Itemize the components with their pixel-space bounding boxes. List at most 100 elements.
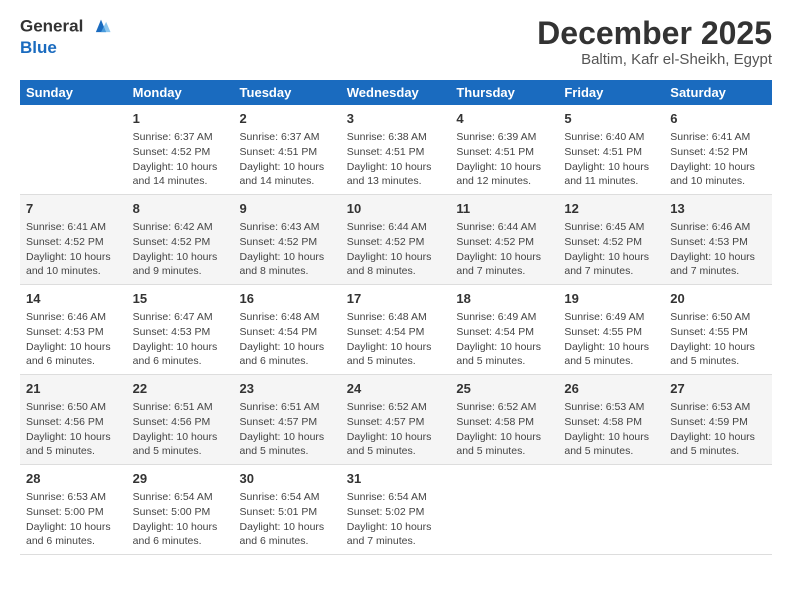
daylight-info: Daylight: 10 hours and 5 minutes. (133, 430, 228, 459)
sunset-info: Sunset: 4:52 PM (564, 235, 658, 250)
sunrise-info: Sunrise: 6:47 AM (133, 310, 228, 325)
calendar-cell: 8Sunrise: 6:42 AMSunset: 4:52 PMDaylight… (127, 195, 234, 285)
calendar-cell: 10Sunrise: 6:44 AMSunset: 4:52 PMDayligh… (341, 195, 451, 285)
sunrise-info: Sunrise: 6:53 AM (26, 490, 121, 505)
sunset-info: Sunset: 4:55 PM (670, 325, 766, 340)
sunset-info: Sunset: 4:52 PM (456, 235, 552, 250)
calendar-cell: 26Sunrise: 6:53 AMSunset: 4:58 PMDayligh… (558, 375, 664, 465)
sunrise-info: Sunrise: 6:42 AM (133, 220, 228, 235)
sunrise-info: Sunrise: 6:52 AM (456, 400, 552, 415)
sunrise-info: Sunrise: 6:54 AM (133, 490, 228, 505)
day-number: 26 (564, 380, 658, 398)
sunset-info: Sunset: 4:52 PM (670, 145, 766, 160)
daylight-info: Daylight: 10 hours and 7 minutes. (670, 250, 766, 279)
day-number: 4 (456, 110, 552, 128)
sunrise-info: Sunrise: 6:37 AM (240, 130, 335, 145)
header: General Blue December 2025 Baltim, Kafr … (20, 16, 772, 68)
day-number: 12 (564, 200, 658, 218)
calendar-cell: 25Sunrise: 6:52 AMSunset: 4:58 PMDayligh… (450, 375, 558, 465)
day-number: 11 (456, 200, 552, 218)
sunset-info: Sunset: 4:52 PM (240, 235, 335, 250)
day-number: 6 (670, 110, 766, 128)
sunrise-info: Sunrise: 6:40 AM (564, 130, 658, 145)
day-number: 8 (133, 200, 228, 218)
day-number: 28 (26, 470, 121, 488)
calendar-cell (20, 105, 127, 194)
calendar-cell (450, 464, 558, 554)
sunset-info: Sunset: 4:54 PM (347, 325, 445, 340)
daylight-info: Daylight: 10 hours and 5 minutes. (564, 430, 658, 459)
sunrise-info: Sunrise: 6:49 AM (456, 310, 552, 325)
calendar-cell (664, 464, 772, 554)
logo: General Blue (20, 16, 112, 58)
day-number: 1 (133, 110, 228, 128)
day-number: 15 (133, 290, 228, 308)
title-block: December 2025 Baltim, Kafr el-Sheikh, Eg… (537, 16, 772, 68)
sunrise-info: Sunrise: 6:43 AM (240, 220, 335, 235)
sunrise-info: Sunrise: 6:53 AM (670, 400, 766, 415)
calendar-cell: 5Sunrise: 6:40 AMSunset: 4:51 PMDaylight… (558, 105, 664, 194)
calendar-cell: 16Sunrise: 6:48 AMSunset: 4:54 PMDayligh… (234, 285, 341, 375)
daylight-info: Daylight: 10 hours and 8 minutes. (347, 250, 445, 279)
calendar-cell: 30Sunrise: 6:54 AMSunset: 5:01 PMDayligh… (234, 464, 341, 554)
day-number: 20 (670, 290, 766, 308)
week-row-4: 21Sunrise: 6:50 AMSunset: 4:56 PMDayligh… (20, 375, 772, 465)
calendar-cell: 31Sunrise: 6:54 AMSunset: 5:02 PMDayligh… (341, 464, 451, 554)
sunset-info: Sunset: 4:57 PM (347, 415, 445, 430)
logo-blue: Blue (20, 38, 112, 58)
sunset-info: Sunset: 4:51 PM (564, 145, 658, 160)
sunrise-info: Sunrise: 6:45 AM (564, 220, 658, 235)
sunrise-info: Sunrise: 6:41 AM (670, 130, 766, 145)
sunrise-info: Sunrise: 6:50 AM (670, 310, 766, 325)
calendar-cell (558, 464, 664, 554)
column-header-saturday: Saturday (664, 80, 772, 105)
day-number: 5 (564, 110, 658, 128)
calendar-cell: 15Sunrise: 6:47 AMSunset: 4:53 PMDayligh… (127, 285, 234, 375)
sunrise-info: Sunrise: 6:41 AM (26, 220, 121, 235)
daylight-info: Daylight: 10 hours and 6 minutes. (26, 520, 121, 549)
sunset-info: Sunset: 4:53 PM (133, 325, 228, 340)
day-number: 24 (347, 380, 445, 398)
sunset-info: Sunset: 4:59 PM (670, 415, 766, 430)
sunrise-info: Sunrise: 6:37 AM (133, 130, 228, 145)
sunrise-info: Sunrise: 6:51 AM (240, 400, 335, 415)
calendar-cell: 11Sunrise: 6:44 AMSunset: 4:52 PMDayligh… (450, 195, 558, 285)
day-number: 22 (133, 380, 228, 398)
day-number: 13 (670, 200, 766, 218)
sunset-info: Sunset: 4:52 PM (133, 145, 228, 160)
calendar-cell: 6Sunrise: 6:41 AMSunset: 4:52 PMDaylight… (664, 105, 772, 194)
daylight-info: Daylight: 10 hours and 6 minutes. (240, 520, 335, 549)
daylight-info: Daylight: 10 hours and 12 minutes. (456, 160, 552, 189)
daylight-info: Daylight: 10 hours and 5 minutes. (26, 430, 121, 459)
sunset-info: Sunset: 4:51 PM (456, 145, 552, 160)
week-row-1: 1Sunrise: 6:37 AMSunset: 4:52 PMDaylight… (20, 105, 772, 194)
sunset-info: Sunset: 4:56 PM (26, 415, 121, 430)
sunset-info: Sunset: 5:00 PM (26, 505, 121, 520)
day-number: 21 (26, 380, 121, 398)
daylight-info: Daylight: 10 hours and 5 minutes. (670, 430, 766, 459)
daylight-info: Daylight: 10 hours and 7 minutes. (456, 250, 552, 279)
day-number: 19 (564, 290, 658, 308)
day-number: 14 (26, 290, 121, 308)
sunset-info: Sunset: 4:51 PM (347, 145, 445, 160)
day-number: 27 (670, 380, 766, 398)
day-number: 18 (456, 290, 552, 308)
location: Baltim, Kafr el-Sheikh, Egypt (537, 51, 772, 68)
month-title: December 2025 (537, 16, 772, 51)
day-number: 9 (240, 200, 335, 218)
calendar-cell: 7Sunrise: 6:41 AMSunset: 4:52 PMDaylight… (20, 195, 127, 285)
sunset-info: Sunset: 4:54 PM (240, 325, 335, 340)
calendar-cell: 20 Sunrise: 6:50 AMSunset: 4:55 PMDayligh… (664, 285, 772, 375)
calendar-cell: 22Sunrise: 6:51 AMSunset: 4:56 PMDayligh… (127, 375, 234, 465)
sunrise-info: Sunrise: 6:53 AM (564, 400, 658, 415)
daylight-info: Daylight: 10 hours and 5 minutes. (670, 340, 766, 369)
daylight-info: Daylight: 10 hours and 5 minutes. (456, 430, 552, 459)
sunrise-info: Sunrise: 6:52 AM (347, 400, 445, 415)
sunrise-info: Sunrise: 6:48 AM (347, 310, 445, 325)
sunset-info: Sunset: 4:55 PM (564, 325, 658, 340)
sunset-info: Sunset: 4:51 PM (240, 145, 335, 160)
daylight-info: Daylight: 10 hours and 5 minutes. (456, 340, 552, 369)
sunrise-info: Sunrise: 6:38 AM (347, 130, 445, 145)
calendar-table: SundayMondayTuesdayWednesdayThursdayFrid… (20, 80, 772, 555)
calendar-cell: 28 Sunrise: 6:53 AMSunset: 5:00 PMDayligh… (20, 464, 127, 554)
